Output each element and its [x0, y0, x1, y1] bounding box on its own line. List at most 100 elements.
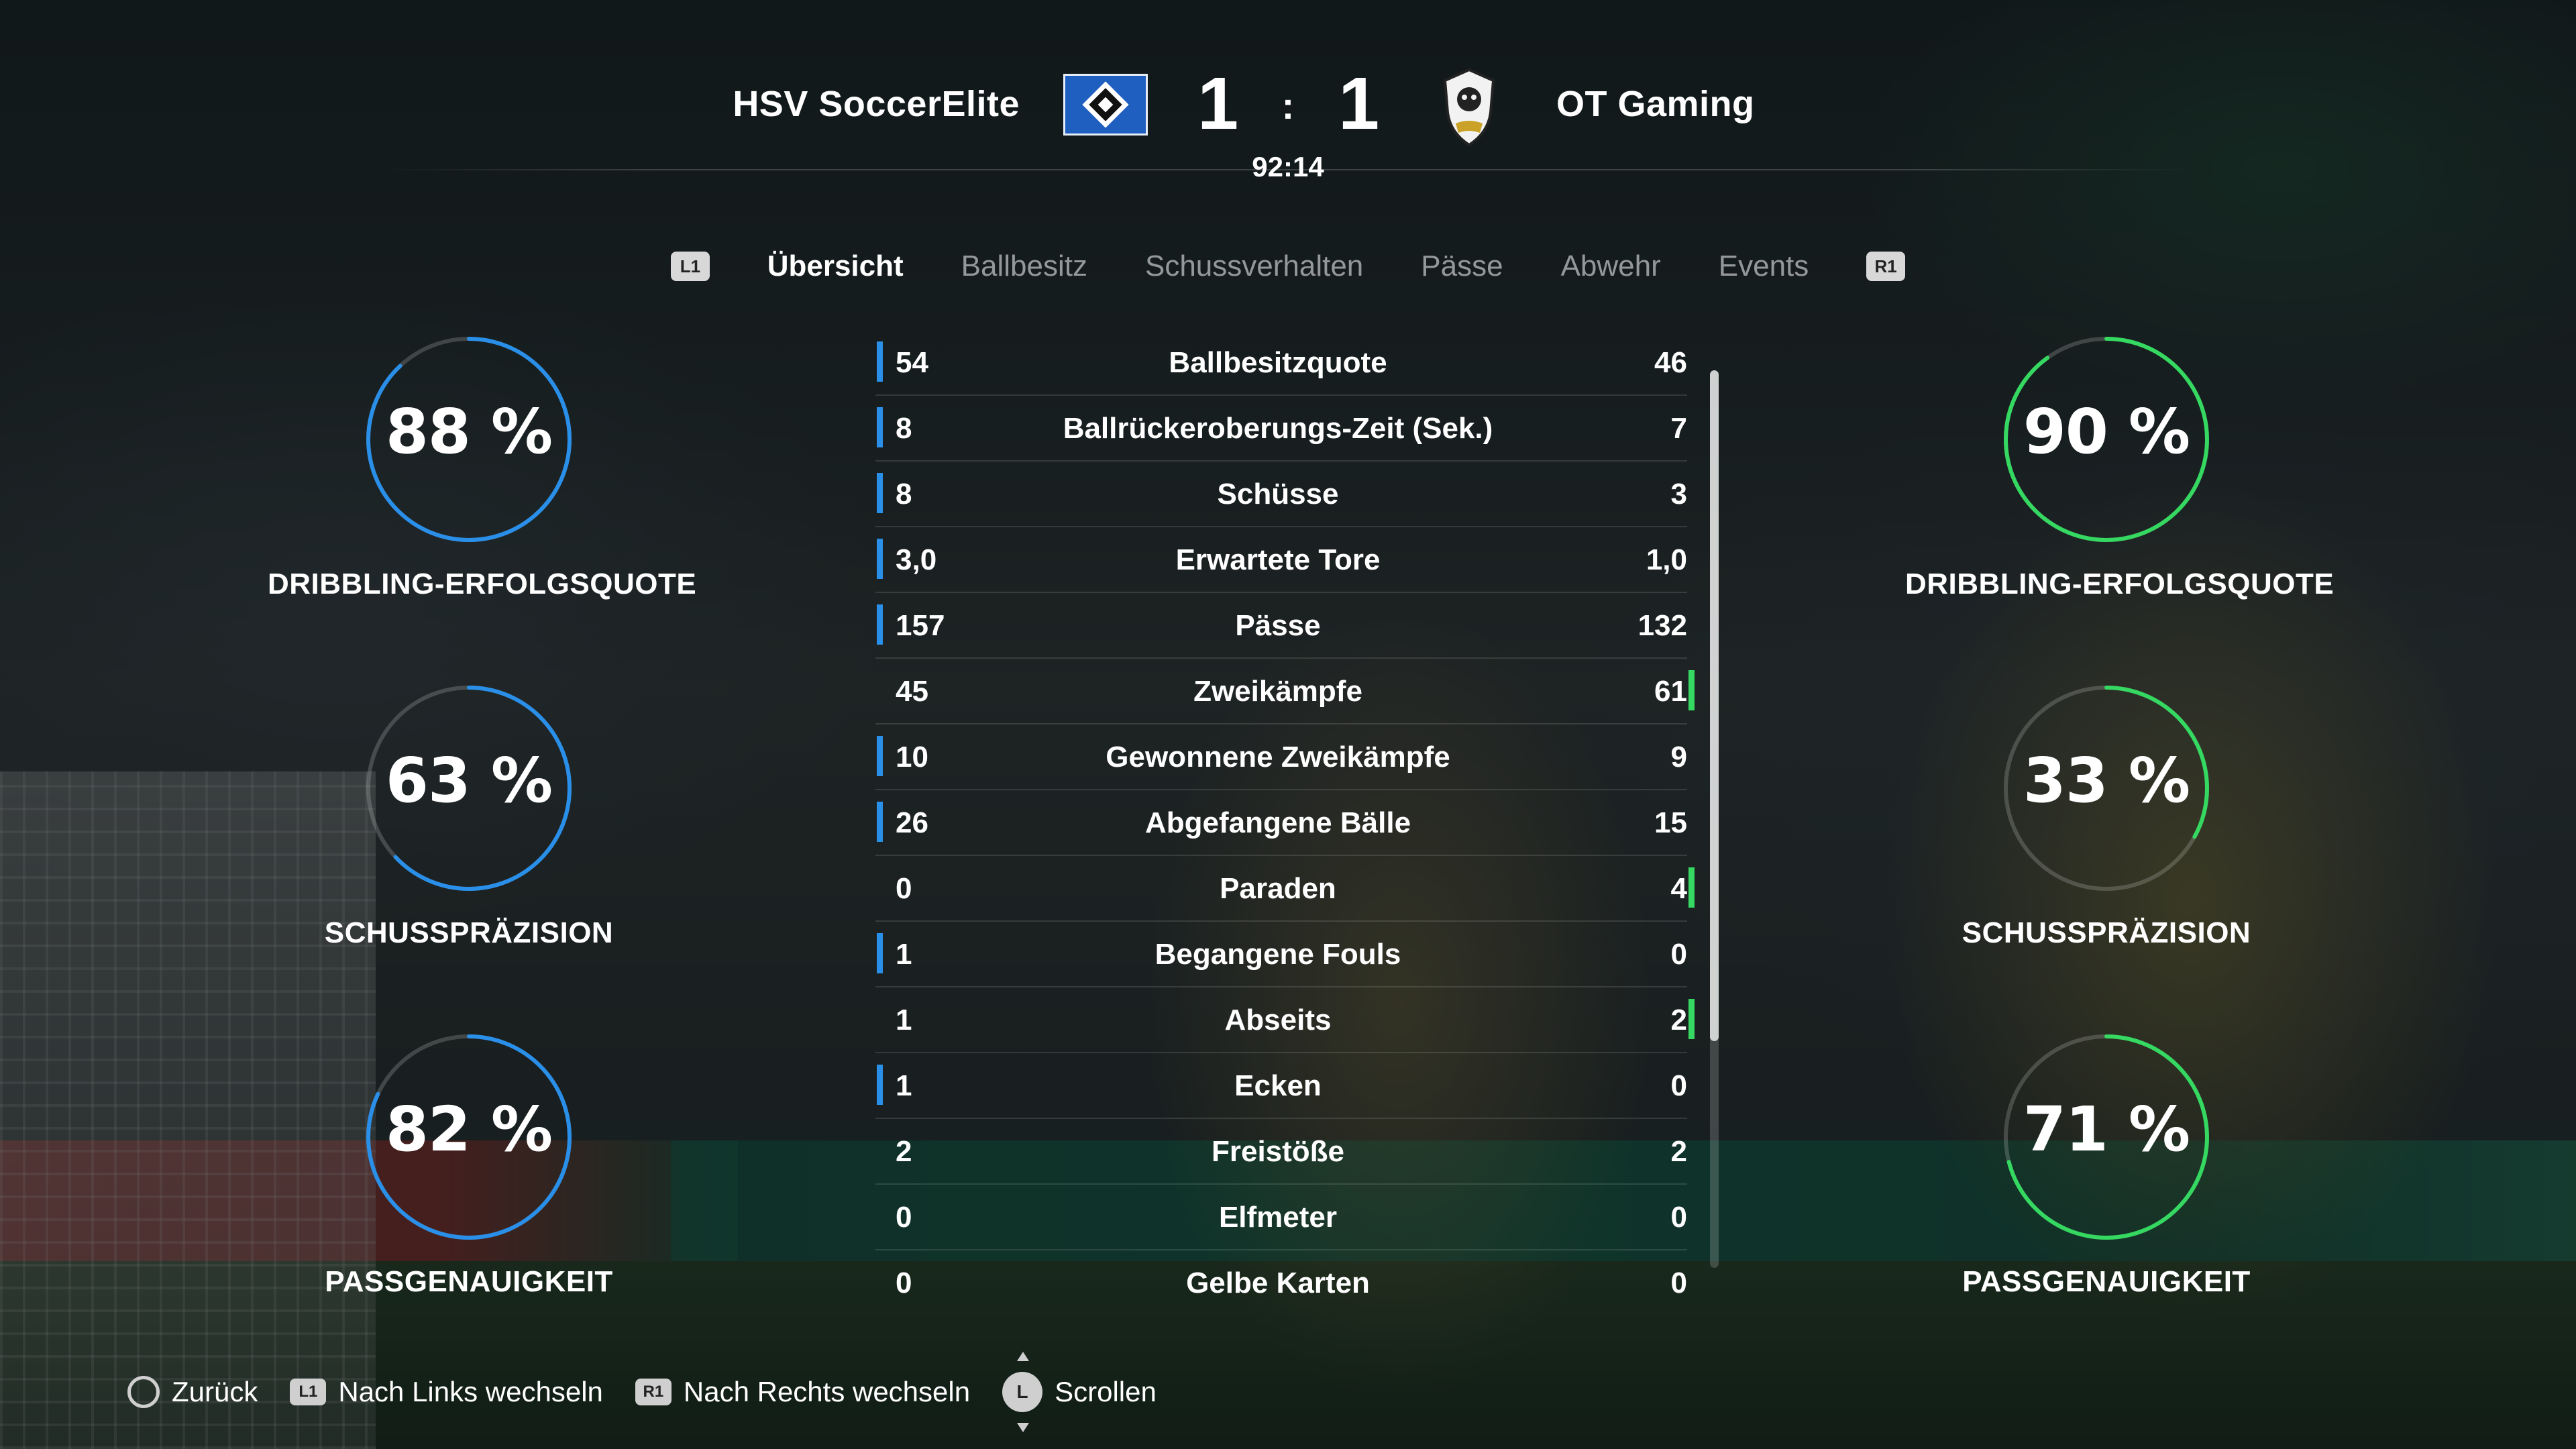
stat-label: Pässe: [1235, 609, 1321, 642]
home-stat-value: 10: [896, 741, 928, 773]
home-stat-value: 0: [896, 1267, 912, 1299]
stat-label: Zweikämpfe: [1193, 675, 1362, 708]
l1-button-icon[interactable]: L1: [671, 252, 710, 281]
tab-paesse[interactable]: Pässe: [1421, 250, 1503, 283]
home-stat-value: 0: [896, 1201, 912, 1234]
home-lead-bar: [877, 604, 883, 645]
home-lead-bar: [877, 1065, 883, 1105]
stat-label: Gewonnene Zweikämpfe: [1106, 741, 1450, 773]
arrow-up-icon: [1017, 1352, 1030, 1361]
away-stat-value: 61: [1654, 675, 1687, 708]
stat-row: 10 Gewonnene Zweikämpfe 9: [875, 724, 1687, 790]
back-prompt[interactable]: Zurück: [127, 1376, 258, 1408]
scrollbar-thumb[interactable]: [1710, 370, 1719, 1041]
away-stat-value: 1,0: [1646, 543, 1687, 576]
away-score: 1: [1338, 62, 1380, 145]
away-pass-accuracy-value: 71 %: [2023, 1093, 2190, 1165]
scroll-prompt[interactable]: L Scrollen: [1002, 1352, 1157, 1432]
away-stat-value: 46: [1654, 346, 1687, 379]
stat-row: 157 Pässe 132: [875, 593, 1687, 659]
away-pass-accuracy-gauge: 71 % PASSGENAUIGKEIT: [1905, 1033, 2308, 1299]
score-separator: :: [1281, 85, 1295, 127]
away-shot-accuracy-gauge: 33 % SCHUSSPRÄZISION: [1905, 684, 2308, 950]
stat-label: Ballrückeroberungs-Zeit (Sek.): [1063, 412, 1493, 445]
switch-left-label: Nach Links wechseln: [338, 1376, 603, 1407]
away-shot-accuracy-label: SCHUSSPRÄZISION: [1962, 916, 2251, 949]
arrow-down-icon: [1017, 1423, 1030, 1432]
home-stat-value: 1: [896, 1069, 912, 1102]
switch-right-label: Nach Rechts wechseln: [683, 1376, 971, 1407]
home-stat-value: 45: [896, 675, 928, 708]
home-shot-accuracy-value: 63 %: [385, 745, 553, 816]
away-stat-value: 15: [1654, 806, 1687, 839]
away-stat-value: 3: [1670, 478, 1687, 511]
stat-row: 0 Elfmeter 0: [875, 1185, 1687, 1250]
match-clock: 92:14: [1252, 151, 1324, 182]
stat-row: 0 Gelbe Karten 0: [875, 1250, 1687, 1316]
r1-button-icon[interactable]: R1: [1866, 252, 1905, 281]
home-stat-value: 8: [896, 478, 912, 511]
away-stat-value: 9: [1670, 741, 1687, 773]
home-lead-bar: [877, 933, 883, 973]
away-stat-value: 7: [1670, 412, 1687, 445]
home-lead-bar: [877, 539, 883, 579]
stat-row: 8 Ballrückeroberungs-Zeit (Sek.) 7: [875, 396, 1687, 462]
home-shot-accuracy-gauge: 63 % SCHUSSPRÄZISION: [268, 684, 670, 950]
home-team-crest: [1063, 74, 1148, 136]
home-shot-accuracy-label: SCHUSSPRÄZISION: [324, 916, 614, 949]
away-stat-value: 0: [1670, 938, 1687, 971]
stat-row: 26 Abgefangene Bälle 15: [875, 790, 1687, 856]
home-pass-accuracy-value: 82 %: [385, 1093, 553, 1165]
stat-label: Ecken: [1234, 1069, 1322, 1102]
away-lead-bar: [1688, 670, 1695, 710]
stat-row: 1 Ecken 0: [875, 1053, 1687, 1119]
home-lead-bar: [877, 407, 883, 447]
home-pass-accuracy-label: PASSGENAUIGKEIT: [325, 1265, 613, 1298]
home-stat-value: 54: [896, 346, 928, 379]
stat-label: Abgefangene Bälle: [1144, 806, 1411, 839]
away-pass-accuracy-label: PASSGENAUIGKEIT: [1962, 1265, 2251, 1298]
stat-label: Paraden: [1220, 872, 1336, 905]
stat-label: Abseits: [1224, 1004, 1332, 1036]
stat-row: 1 Begangene Fouls 0: [875, 922, 1687, 987]
stat-label: Elfmeter: [1218, 1201, 1338, 1234]
home-dribbling-value: 88 %: [385, 396, 553, 468]
match-stats-table[interactable]: 54 Ballbesitzquote 46 8 Ballrückeroberungs-…: [875, 330, 1695, 1316]
away-team-name: OT Gaming: [1556, 84, 1755, 124]
button-prompt-bar: Zurück L1 Nach Links wechseln R1 Nach Re…: [127, 1352, 1157, 1432]
stat-row: 0 Paraden 4: [875, 856, 1695, 922]
stat-label: Freistöße: [1211, 1135, 1345, 1168]
home-stat-value: 2: [896, 1135, 912, 1168]
tab-uebersicht[interactable]: Übersicht: [767, 250, 904, 283]
stat-label: Gelbe Karten: [1186, 1267, 1370, 1299]
away-dribbling-label: DRIBBLING-ERFOLGSQUOTE: [1905, 568, 2334, 600]
ot-gaming-crest-icon: [1443, 68, 1495, 147]
away-stat-value: 2: [1670, 1004, 1687, 1036]
tab-ballbesitz[interactable]: Ballbesitz: [961, 250, 1087, 283]
home-stat-value: 3,0: [896, 543, 937, 576]
home-dribbling-label: DRIBBLING-ERFOLGSQUOTE: [268, 568, 697, 600]
home-stat-value: 157: [896, 609, 945, 642]
hsv-diamond-icon: [1082, 81, 1129, 128]
home-stat-value: 26: [896, 806, 928, 839]
away-lead-bar: [1688, 999, 1695, 1039]
switch-right-prompt[interactable]: R1 Nach Rechts wechseln: [635, 1376, 970, 1408]
tab-schussverhalten[interactable]: Schussverhalten: [1145, 250, 1363, 283]
home-stat-value: 0: [896, 872, 912, 905]
home-score: 1: [1197, 62, 1239, 145]
tab-abwehr[interactable]: Abwehr: [1561, 250, 1661, 283]
stat-label: Ballbesitzquote: [1169, 346, 1387, 379]
stats-scrollbar[interactable]: [1710, 370, 1719, 1268]
stats-tab-bar: L1 Übersicht Ballbesitz Schussverhalten …: [671, 243, 1905, 290]
l1-button-icon: L1: [290, 1379, 327, 1405]
switch-left-prompt[interactable]: L1 Nach Links wechseln: [290, 1376, 603, 1408]
stat-row: 2 Freistöße 2: [875, 1119, 1687, 1185]
tab-events[interactable]: Events: [1719, 250, 1809, 283]
away-lead-bar: [1688, 867, 1695, 908]
header-divider: [382, 169, 2194, 170]
home-dribbling-gauge: 88 % DRIBBLING-ERFOLGSQUOTE: [268, 335, 697, 601]
stat-label: Schüsse: [1217, 478, 1339, 511]
stat-label: Erwartete Tore: [1175, 543, 1381, 576]
circle-button-icon: [127, 1376, 160, 1408]
stat-row: 1 Abseits 2: [875, 987, 1695, 1053]
